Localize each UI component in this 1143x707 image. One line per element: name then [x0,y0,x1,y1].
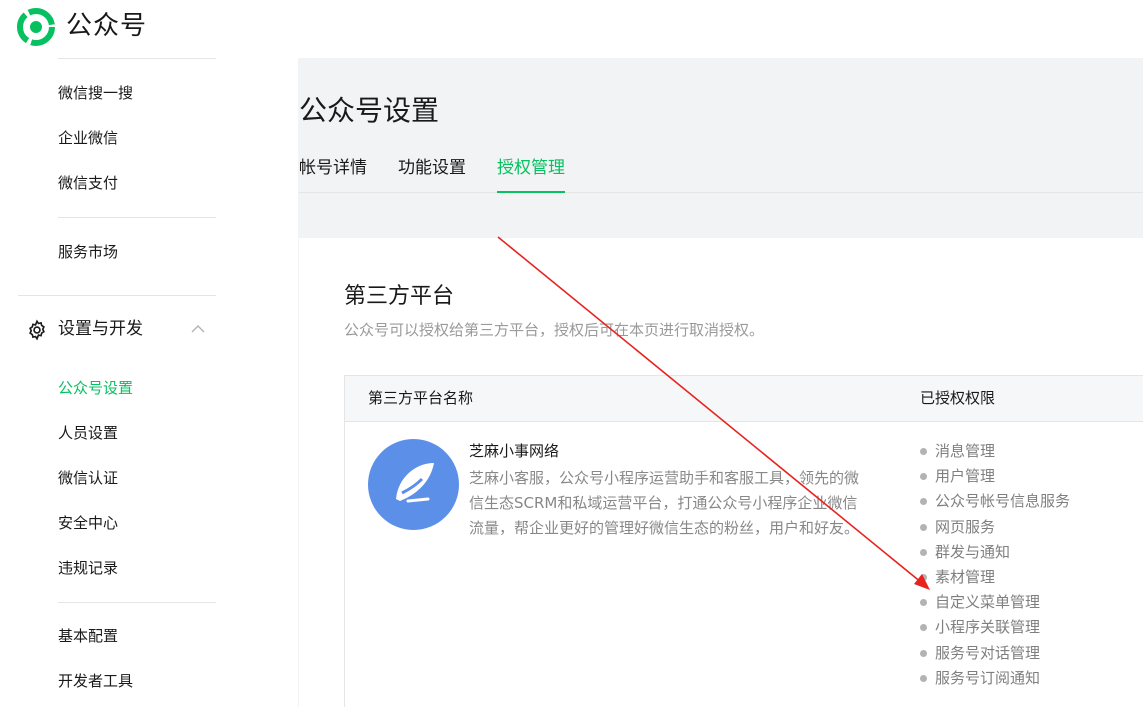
permission-label: 小程序关联管理 [935,618,1041,637]
permission-label: 服务号订阅通知 [935,668,1041,687]
sidebar-item-member-settings[interactable]: 人员设置 [58,423,118,443]
sidebar: 微信搜一搜 企业微信 微信支付 服务市场 设置与开发 公众号设置 人员设置 微信… [0,58,298,707]
sidebar-item-weixin-pay[interactable]: 微信支付 [58,173,118,193]
chevron-up-icon[interactable] [190,322,206,334]
platform-name: 芝麻小事网络 [469,442,560,460]
bullet-icon [920,523,927,531]
list-item: 服务号订阅通知 [919,666,1070,691]
bullet-icon [920,448,927,455]
sidebar-section-settings-dev[interactable]: 设置与开发 [26,316,216,344]
bullet-icon [920,473,927,481]
card-description: 公众号可以授权给第三方平台，授权后可在本页进行取消授权。 [344,321,765,339]
top-bar: 公众号 [0,0,1143,58]
bullet-icon [920,573,927,581]
column-header-permissions: 已授权权限 [920,389,996,407]
permission-label: 群发与通知 [935,542,1011,561]
permission-label: 消息管理 [935,442,996,460]
sidebar-section-label: 设置与开发 [58,319,143,339]
sidebar-divider [18,295,216,296]
column-header-platform-name: 第三方平台名称 [368,389,474,407]
wechat-official-logo-icon[interactable] [17,8,55,46]
bullet-icon [920,624,927,632]
bullet-icon [920,599,927,607]
sidebar-item-developer-tools[interactable]: 开发者工具 [58,671,133,691]
platform-description: 芝麻小客服，公众号小程序运营助手和客服工具，领先的微信生态SCRM和私域运营平台… [469,469,860,537]
list-item: 消息管理 [919,439,1070,464]
sidebar-divider [58,602,216,603]
gear-icon [29,319,45,341]
sidebar-item-service-market[interactable]: 服务市场 [58,242,118,262]
card-title: 第三方平台 [344,284,455,309]
list-item: 服务号对话管理 [919,641,1070,666]
permission-label: 公众号帐号信息服务 [935,492,1071,511]
sidebar-item-account-settings[interactable]: 公众号设置 [58,378,133,398]
page-title: 公众号设置 [299,94,440,127]
bullet-icon [920,649,927,657]
sidebar-divider [58,217,216,218]
sidebar-item-weixin-search[interactable]: 微信搜一搜 [58,83,133,103]
list-item: 用户管理 [919,464,1070,489]
list-item: 群发与通知 [919,540,1070,565]
tab-authorization-management[interactable]: 授权管理 [497,155,565,193]
list-item: 自定义菜单管理 [919,590,1070,615]
list-item: 素材管理 [919,565,1070,590]
sidebar-item-basic-config[interactable]: 基本配置 [58,626,118,646]
permission-list: 消息管理 用户管理 公众号帐号信息服务 网页服务 群发与通知 素材管理 自定义菜… [919,439,1070,691]
bullet-icon [920,674,927,682]
permission-label: 用户管理 [935,467,996,486]
sidebar-item-violation-records[interactable]: 违规记录 [58,558,118,578]
permission-label: 自定义菜单管理 [935,593,1041,612]
tab-bar: 帐号详情 功能设置 授权管理 [299,155,1143,193]
tab-feature-settings[interactable]: 功能设置 [398,155,466,191]
permission-label: 网页服务 [935,517,996,536]
sidebar-divider [58,58,216,59]
sidebar-item-weixin-verify[interactable]: 微信认证 [58,468,118,488]
table-header: 第三方平台名称 已授权权限 [345,376,1143,422]
list-item: 小程序关联管理 [919,615,1070,640]
bullet-icon [920,548,927,556]
list-item: 公众号帐号信息服务 [919,489,1070,514]
bullet-icon [920,498,927,506]
third-party-platform-card: 第三方平台 公众号可以授权给第三方平台，授权后可在本页进行取消授权。 第三方平台… [299,238,1143,707]
sidebar-item-security-center[interactable]: 安全中心 [58,513,118,533]
platform-avatar-icon [368,439,459,530]
permission-label: 素材管理 [935,567,996,586]
permission-label: 服务号对话管理 [935,643,1041,662]
brand-title[interactable]: 公众号 [66,9,147,43]
sidebar-item-work-weixin[interactable]: 企业微信 [58,128,118,148]
list-item: 网页服务 [919,515,1070,540]
tab-account-details[interactable]: 帐号详情 [299,155,367,191]
authorization-table: 第三方平台名称 已授权权限 芝麻小事网络 芝麻小客服，公众号小程序运营助手和客服… [344,375,1143,707]
